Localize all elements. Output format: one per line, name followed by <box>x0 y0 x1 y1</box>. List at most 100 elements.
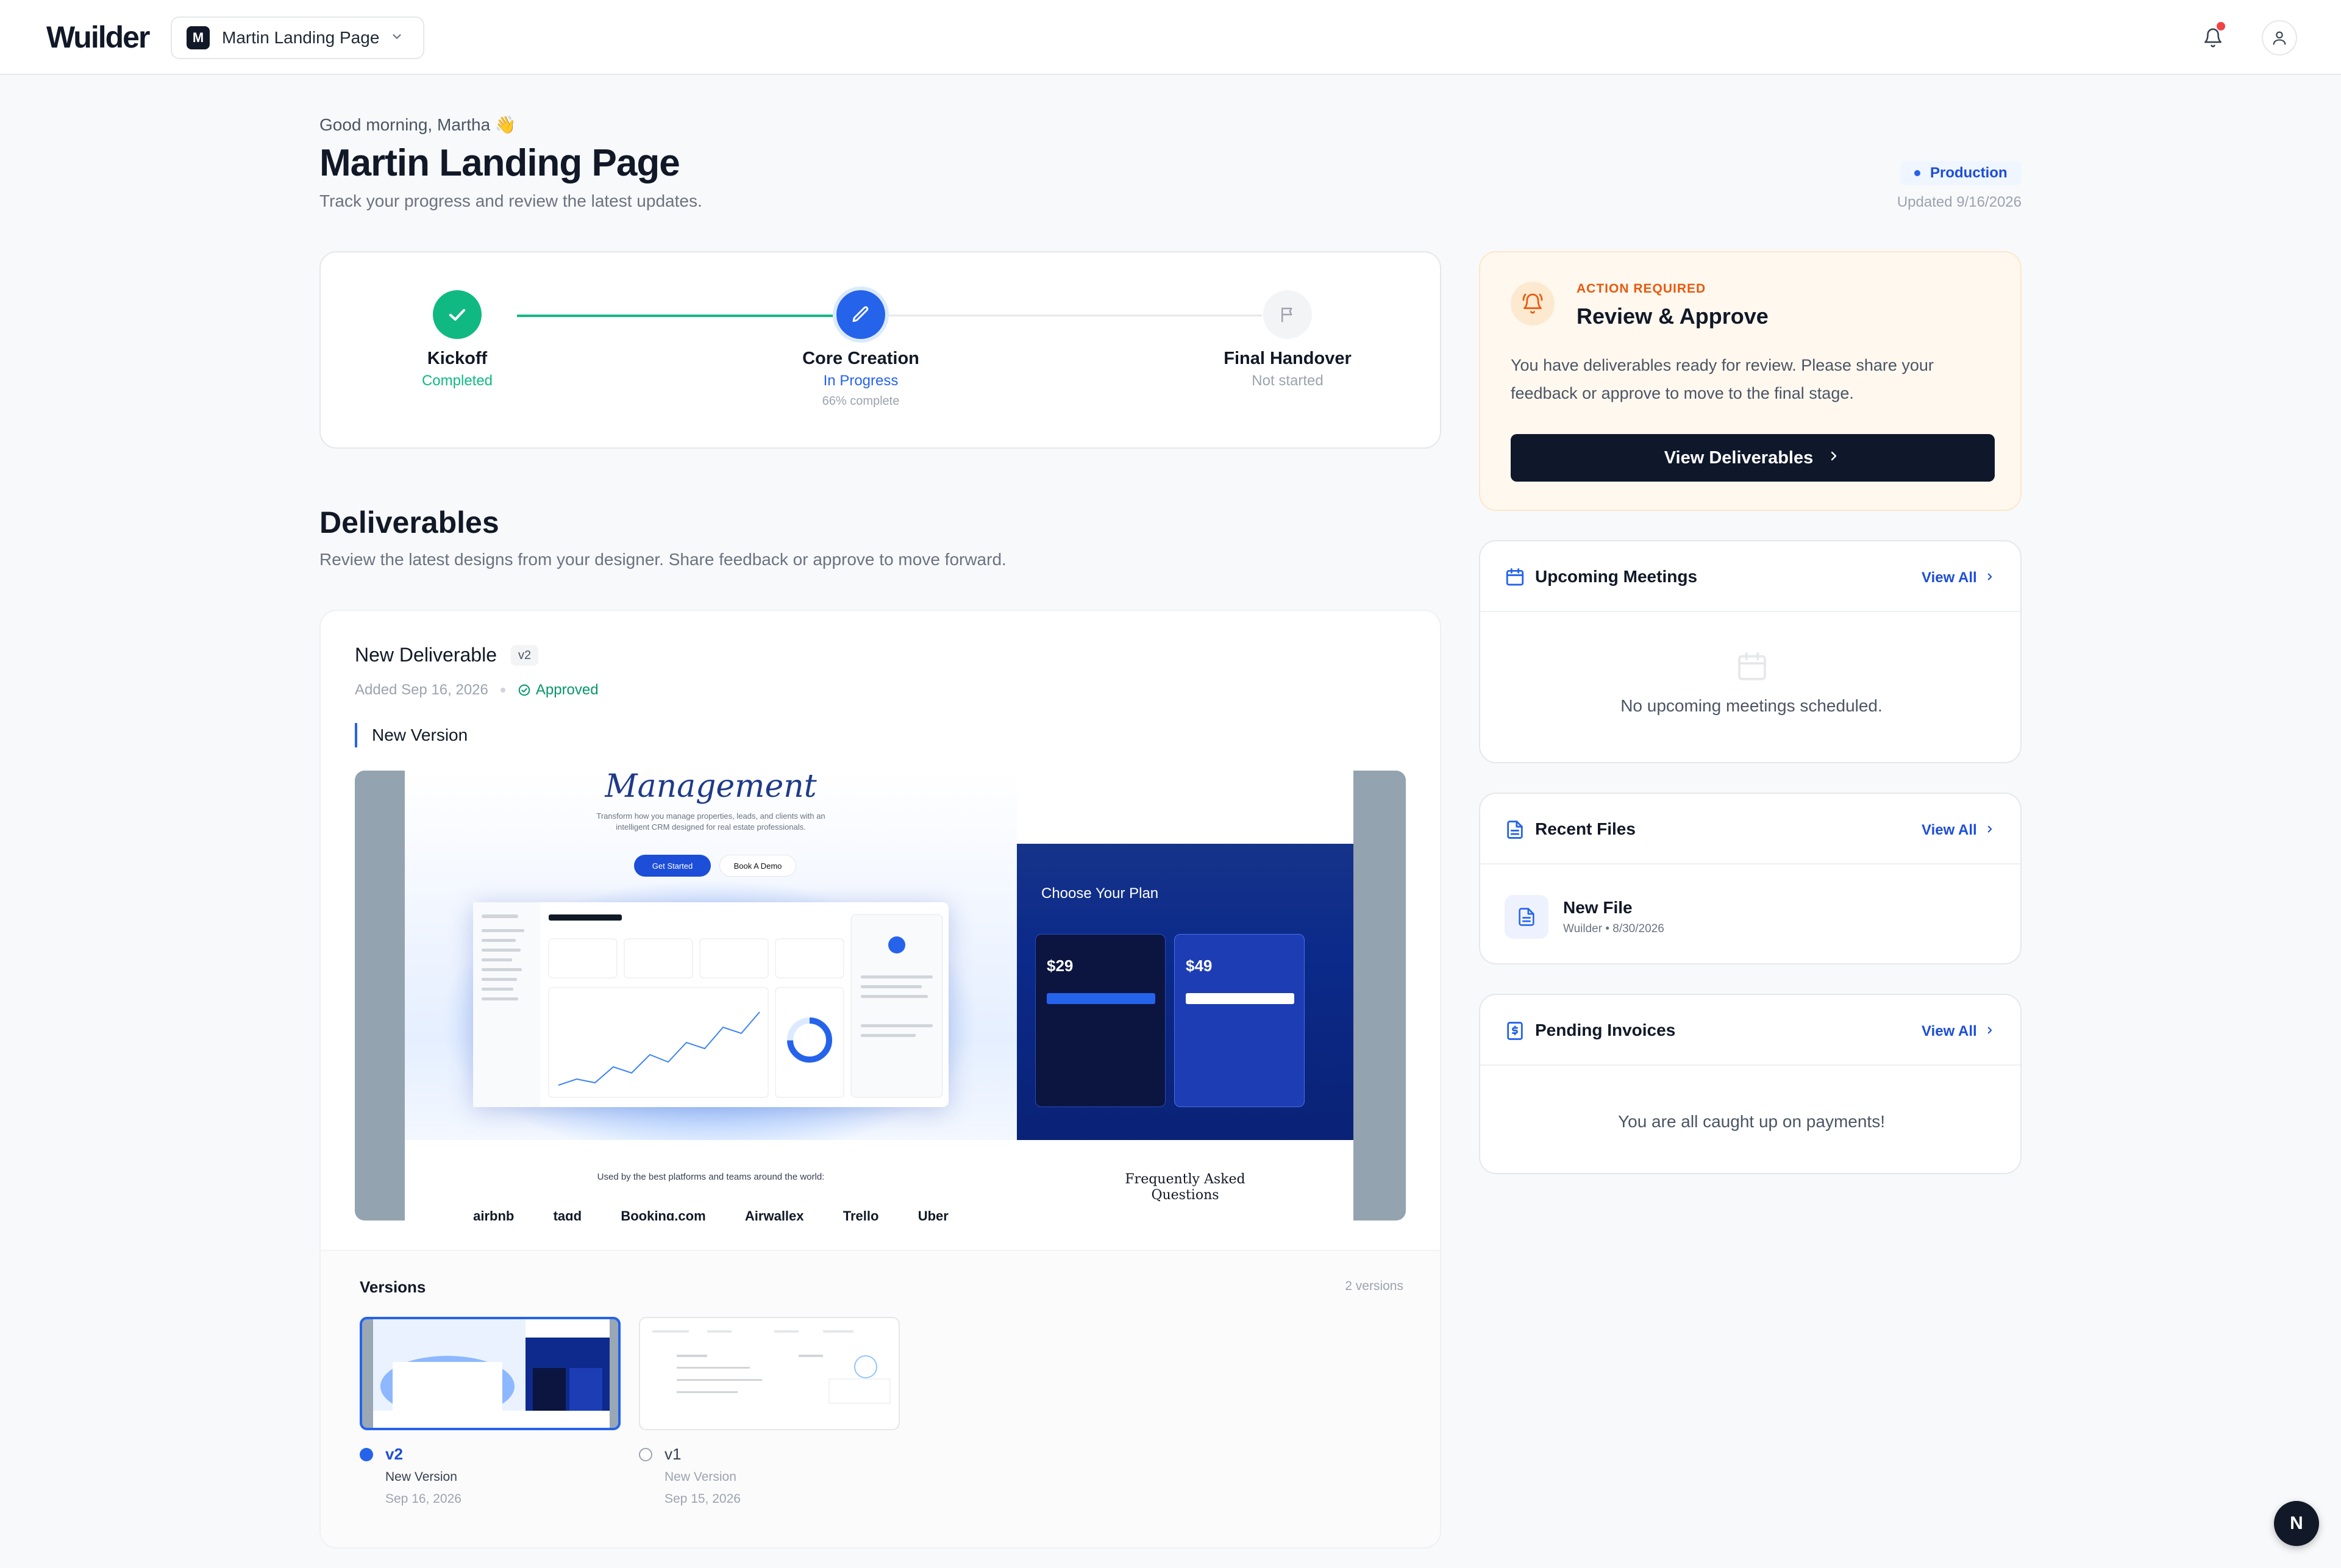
logo-airbnb: airbnb <box>473 1208 515 1221</box>
radio-selected[interactable] <box>360 1447 373 1461</box>
pending-invoices-card: Pending Invoices View All You are all ca… <box>1479 994 2022 1174</box>
added-date: Added Sep 16, 2026 <box>355 682 488 698</box>
preview-faq-heading: Frequently Asked Questions <box>1125 1172 1245 1203</box>
step-percent: 66% complete <box>822 394 900 408</box>
preview-logos: airbnb tagd Booking.com Airwallex Trello… <box>405 1208 1017 1221</box>
chevron-right-icon <box>1984 822 1995 839</box>
deliverables-title: Deliverables <box>319 505 499 540</box>
project-switcher-label: Martin Landing Page <box>222 28 380 47</box>
view-all-label: View All <box>1922 1023 1977 1039</box>
page-subtitle: Track your progress and review the lates… <box>319 191 702 210</box>
file-icon <box>1505 895 1548 939</box>
file-meta: Wuilder • 8/30/2026 <box>1563 922 1664 935</box>
check-circle-icon <box>518 684 530 696</box>
step-status: Completed <box>421 372 493 389</box>
project-switcher[interactable]: M Martin Landing Page <box>171 16 424 59</box>
card-title: Recent Files <box>1535 819 1636 838</box>
app-logo[interactable]: Wuilder <box>46 20 150 55</box>
logo-airwallex: Airwallex <box>744 1208 804 1221</box>
view-all-label: View All <box>1922 822 1977 838</box>
action-kicker: ACTION REQUIRED <box>1577 282 1706 296</box>
status-dot <box>1914 170 1920 176</box>
greeting: Good morning, Martha 👋 <box>319 115 516 134</box>
preview-get-started: Get Started <box>634 855 711 877</box>
version-thumbnail-v2[interactable] <box>360 1317 621 1430</box>
step-core-creation: Core Creation In Progress 66% complete <box>751 290 971 408</box>
calendar-icon <box>1506 568 1524 586</box>
action-required-card: ACTION REQUIRED Review & Approve You hav… <box>1479 251 2022 511</box>
radio-unselected[interactable] <box>639 1447 652 1461</box>
empty-invoices-text: You are all caught up on payments! <box>1618 1112 1885 1131</box>
logo-trello: Trello <box>843 1208 879 1221</box>
top-navbar: Wuilder M Martin Landing Page <box>0 0 2341 75</box>
step-status: Not started <box>1252 372 1324 389</box>
recent-files-card: Recent Files View All New File Wuilder •… <box>1479 793 2022 964</box>
thumbnail-graphic <box>373 1319 610 1428</box>
deliverables-subtitle: Review the latest designs from your desi… <box>319 550 1007 569</box>
chevron-down-icon <box>390 30 404 46</box>
step-label: Core Creation <box>802 349 919 368</box>
environment-label: Production <box>1930 165 2008 181</box>
updated-timestamp: Updated 9/16/2026 <box>1897 194 2022 210</box>
view-deliverables-button[interactable]: View Deliverables <box>1511 434 1995 482</box>
version-tag: v2 <box>385 1445 403 1463</box>
version-item-v2[interactable]: v2 New Version Sep 16, 2026 <box>360 1445 461 1506</box>
view-all-invoices-link[interactable]: View All <box>1922 1023 1995 1040</box>
progress-tracker: Kickoff Completed Core Creation In Progr… <box>319 251 1441 449</box>
deliverable-name: New Deliverable <box>355 644 497 666</box>
versions-count: 2 versions <box>1345 1279 1403 1293</box>
plan-card-professional: $29 <box>1035 934 1166 1107</box>
project-avatar: M <box>187 26 210 49</box>
action-body: You have deliverables ready for review. … <box>1511 356 1934 402</box>
version-item-v1[interactable]: v1 New Version Sep 15, 2026 <box>639 1445 741 1506</box>
approved-status: Approved <box>518 682 599 699</box>
help-fab-button[interactable]: N <box>2274 1501 2319 1546</box>
receipt-icon <box>1507 1022 1523 1040</box>
preview-plan-heading: Choose Your Plan <box>1041 885 1159 902</box>
preview-hero: Management Transform how you manage prop… <box>405 771 1017 1221</box>
plan-card-enterprise: $49 <box>1174 934 1305 1107</box>
card-header: Recent Files View All <box>1480 794 2020 864</box>
version-label: New Version <box>385 1470 457 1484</box>
step-status: In Progress <box>823 372 899 389</box>
deliverable-preview-image[interactable]: Management Transform how you manage prop… <box>355 771 1406 1221</box>
version-thumbnail-v1[interactable] <box>639 1317 900 1430</box>
notification-dot <box>2217 22 2225 30</box>
logo-uber: Uber <box>918 1208 949 1221</box>
preview-pricing: Choose Your Plan $29 $49 Frequently Aske… <box>1017 771 1353 1221</box>
user-icon <box>2273 31 2286 45</box>
user-menu-button[interactable] <box>2262 20 2297 55</box>
chevron-right-icon <box>1826 448 1841 468</box>
empty-calendar-icon <box>1738 652 1766 680</box>
card-title: Upcoming Meetings <box>1535 567 1698 586</box>
file-item[interactable]: New File Wuilder • 8/30/2026 <box>1505 895 1664 939</box>
version-tag: v1 <box>665 1445 682 1463</box>
plan-button <box>1047 993 1155 1004</box>
logo-booking: Booking.com <box>621 1208 706 1221</box>
view-all-files-link[interactable]: View All <box>1922 822 1995 839</box>
preview-hero-text: Transform how you manage properties, lea… <box>596 811 825 832</box>
step-label: Final Handover <box>1224 349 1352 368</box>
preview-book-demo: Book A Demo <box>719 855 796 877</box>
deliverable-meta: Added Sep 16, 2026 Approved <box>355 682 599 699</box>
bell-icon <box>2204 28 2222 48</box>
preview-hero-heading: Management <box>605 771 817 805</box>
dashboard-mockup-graphic <box>473 902 943 1107</box>
plan-price: $49 <box>1186 957 1213 975</box>
notifications-button[interactable] <box>2200 22 2226 51</box>
card-header: Pending Invoices View All <box>1480 995 2020 1066</box>
card-header: Upcoming Meetings View All <box>1480 541 2020 612</box>
file-text-icon <box>1507 821 1523 839</box>
empty-meetings-text: No upcoming meetings scheduled. <box>1620 696 1883 715</box>
plan-price: $29 <box>1047 957 1074 975</box>
upcoming-meetings-card: Upcoming Meetings View All No upcoming m… <box>1479 540 2022 763</box>
button-label: View Deliverables <box>1664 447 1814 468</box>
step-final-handover: Final Handover Not started <box>1178 290 1397 390</box>
preview-used-by: Used by the best platforms and teams aro… <box>597 1172 825 1182</box>
file-name: New File <box>1563 898 1633 917</box>
pencil-icon <box>836 290 885 339</box>
view-all-meetings-link[interactable]: View All <box>1922 569 1995 586</box>
versions-title: Versions <box>360 1278 426 1296</box>
preview-faq: Frequently Asked Questions <box>1017 1140 1353 1221</box>
version-date: Sep 16, 2026 <box>385 1492 461 1506</box>
